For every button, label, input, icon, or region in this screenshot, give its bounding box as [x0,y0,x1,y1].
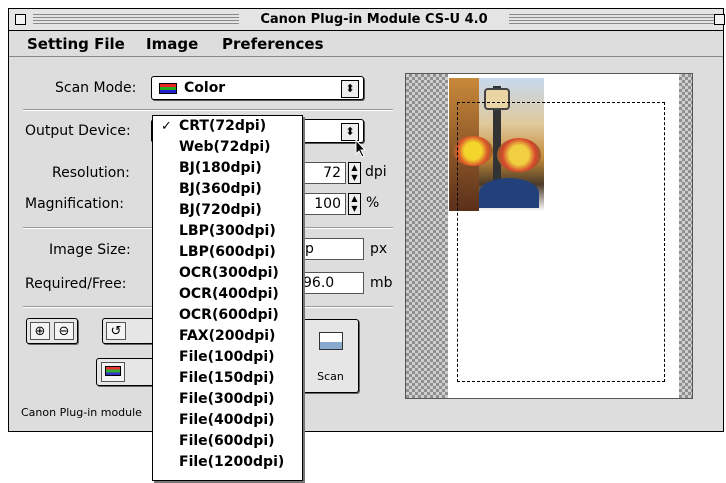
plugin-window: Canon Plug-in Module CS-U 4.0 Setting Fi… [8,8,725,432]
view-button-group [96,358,154,386]
title-bar[interactable]: Canon Plug-in Module CS-U 4.0 [9,9,725,31]
image-size-unit: px [370,241,388,257]
required-free-unit: mb [370,275,393,291]
menu-item-ocr-400dpi[interactable]: OCR(400dpi) [153,284,302,305]
menu-preferences[interactable]: Preferences [222,35,324,53]
scan-button[interactable]: Scan [302,319,359,393]
menu-item-bj-180dpi[interactable]: BJ(180dpi) [153,158,302,179]
menu-item-file-100dpi[interactable]: File(100dpi) [153,347,302,368]
menu-item-lbp-600dpi[interactable]: LBP(600dpi) [153,242,302,263]
required-free-label: Required/Free: [25,276,127,292]
menu-item-fax-200dpi[interactable]: FAX(200dpi) [153,326,302,347]
mouse-cursor-icon [355,139,367,158]
menu-item-file-400dpi[interactable]: File(400dpi) [153,410,302,431]
zoom-button-group: ⊕ ⊖ [26,318,78,344]
resolution-stepper[interactable]: ▲ ▼ [348,162,361,184]
magnification-stepper[interactable]: ▲ ▼ [348,193,361,215]
chevron-updown-icon: ⬍ [341,80,359,98]
resolution-label: Resolution: [52,165,130,181]
status-text: Canon Plug-in module [21,406,142,419]
menu-bar: Setting File Image Preferences [9,31,723,57]
menu-item-crt-72dpi[interactable]: CRT(72dpi) [153,116,302,137]
scan-mode-popup[interactable]: Color ⬍ [151,76,364,100]
divider [23,109,393,111]
menu-item-bj-360dpi[interactable]: BJ(360dpi) [153,179,302,200]
color-swatch-icon [159,83,177,94]
image-size-label: Image Size: [49,242,131,258]
scan-button-label: Scan [317,370,344,383]
zoom-in-icon[interactable]: ⊕ [30,322,50,340]
rotate-button-group: ↺ [102,318,154,344]
zoom-out-icon[interactable]: ⊖ [54,322,74,340]
menu-item-file-150dpi[interactable]: File(150dpi) [153,368,302,389]
menu-item-file-600dpi[interactable]: File(600dpi) [153,431,302,452]
window-title: Canon Plug-in Module CS-U 4.0 [239,11,509,29]
resolution-unit: dpi [365,164,387,180]
monitor-icon[interactable] [101,362,125,382]
scan-mode-label: Scan Mode: [55,80,137,96]
preview-checker-right [679,74,692,398]
menu-item-file-300dpi[interactable]: File(300dpi) [153,389,302,410]
menu-item-bj-720dpi[interactable]: BJ(720dpi) [153,200,302,221]
output-device-menu: ✓ CRT(72dpi) Web(72dpi) BJ(180dpi) BJ(36… [152,115,303,481]
menu-item-lbp-300dpi[interactable]: LBP(300dpi) [153,221,302,242]
scan-icon [319,332,343,350]
preview-area[interactable] [405,73,693,399]
output-device-label: Output Device: [25,123,131,139]
menu-item-ocr-300dpi[interactable]: OCR(300dpi) [153,263,302,284]
magnification-unit: % [366,195,380,211]
scan-mode-value: Color [184,80,226,96]
menu-item-file-1200dpi[interactable]: File(1200dpi) [153,452,302,473]
resolution-field[interactable]: 72 [301,162,346,184]
magnification-label: Magnification: [25,196,124,212]
menu-item-web-72dpi[interactable]: Web(72dpi) [153,137,302,158]
preview-checker-left [406,74,448,398]
selection-marquee[interactable] [457,102,665,382]
menu-item-ocr-600dpi[interactable]: OCR(600dpi) [153,305,302,326]
menu-image[interactable]: Image [146,35,198,53]
close-box[interactable] [15,14,26,25]
menu-setting-file[interactable]: Setting File [27,35,125,53]
magnification-field[interactable]: 100 [301,193,346,215]
zoom-box[interactable] [714,14,725,25]
rotate-icon[interactable]: ↺ [106,322,126,340]
